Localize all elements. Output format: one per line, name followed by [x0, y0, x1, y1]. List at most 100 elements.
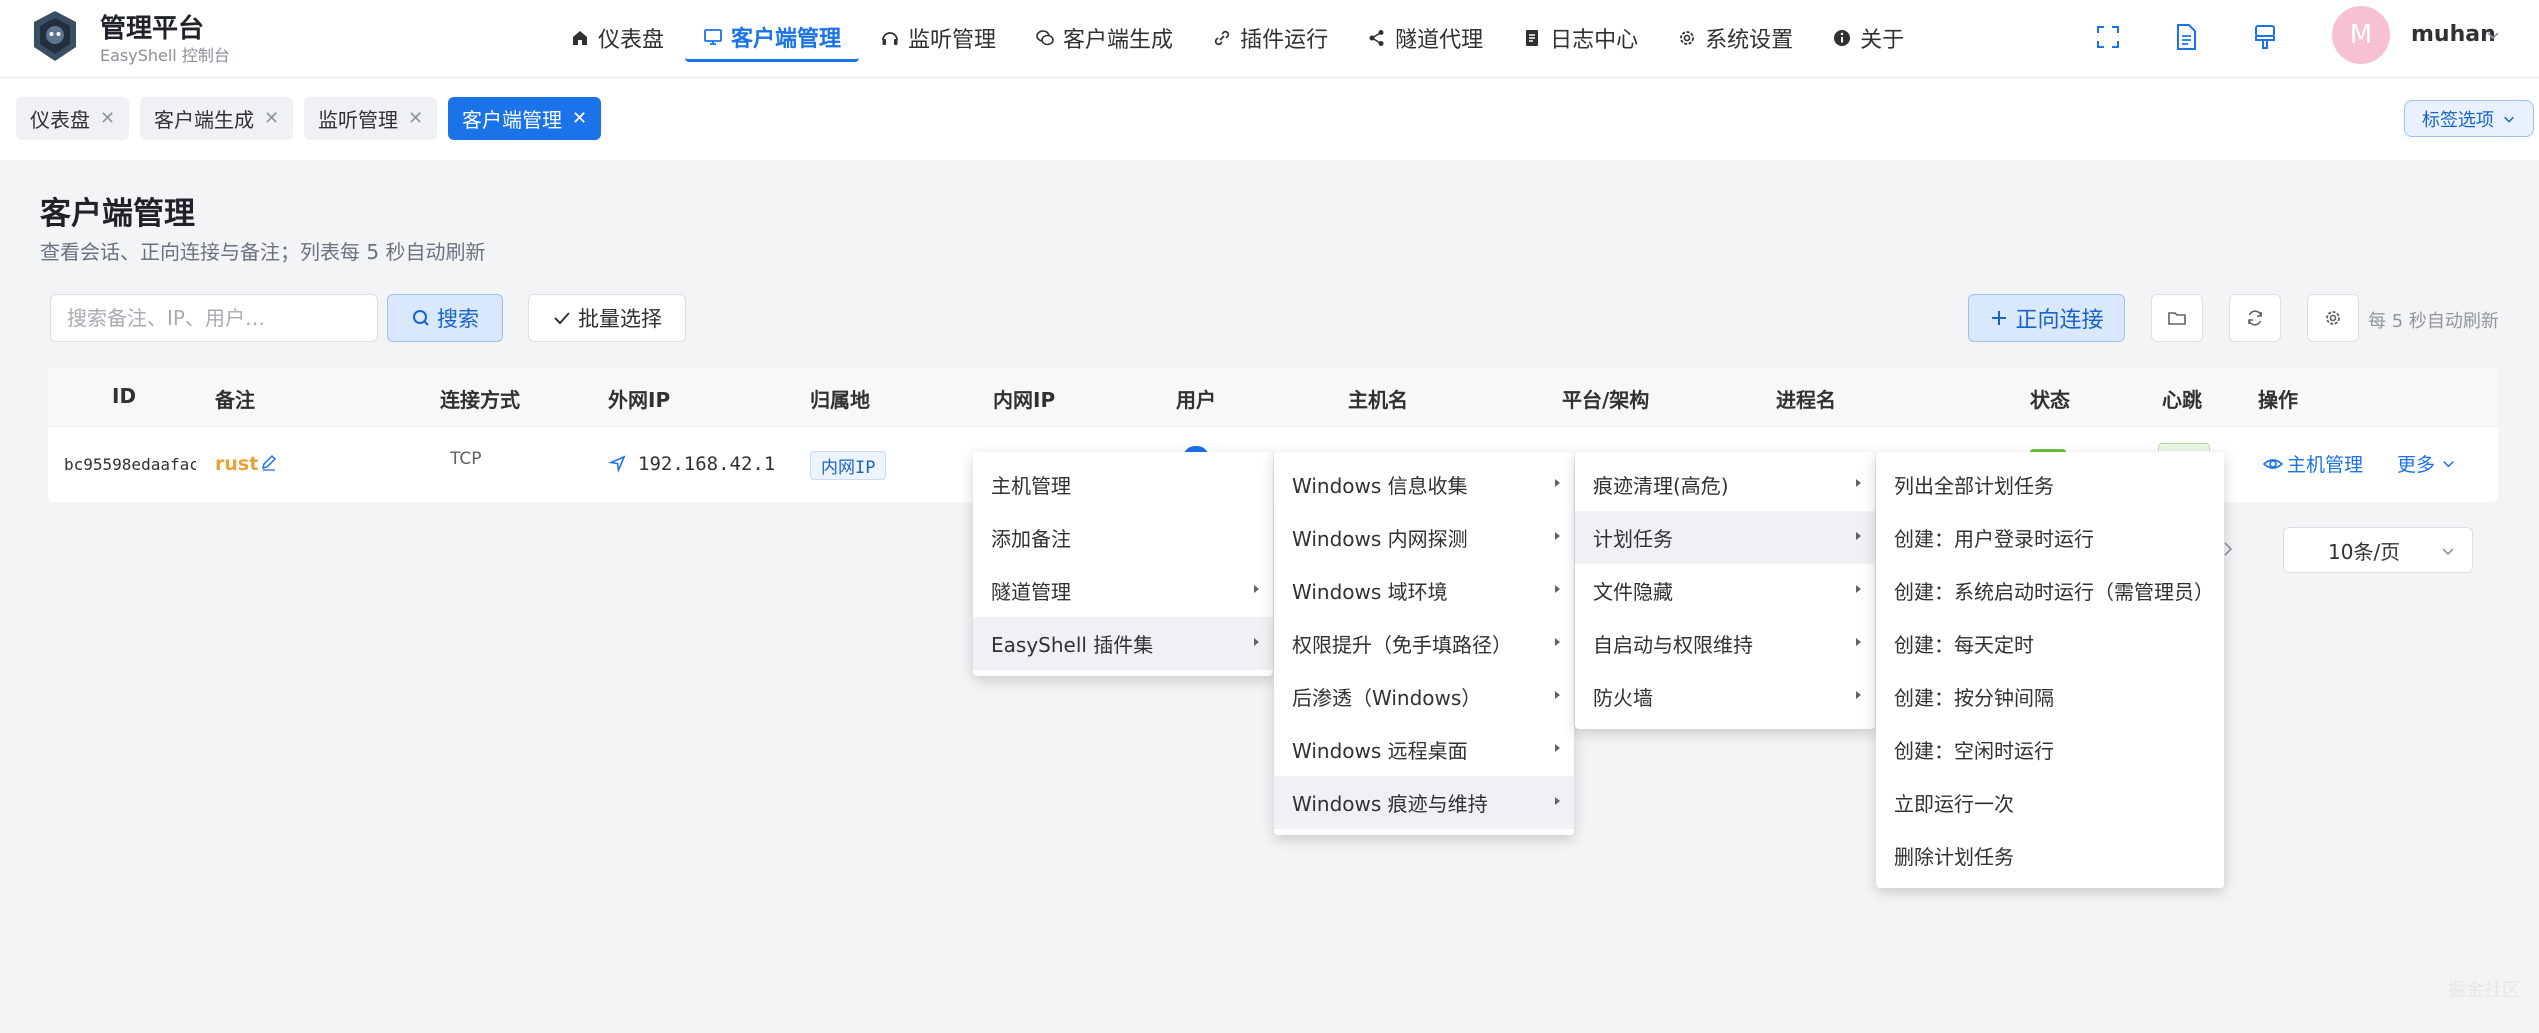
column-header: 用户 [1176, 388, 1216, 412]
client-note: rust [215, 453, 259, 475]
nav-about[interactable]: 关于 [1814, 14, 1922, 62]
search-button-label: 搜索 [437, 307, 479, 331]
fullscreen-icon[interactable] [2093, 22, 2123, 52]
close-icon[interactable]: ✕ [572, 108, 587, 129]
menu-item-label: 创建：用户登录时运行 [1894, 527, 2094, 551]
column-header: ID [112, 384, 137, 408]
settings-button[interactable] [2307, 294, 2359, 342]
table-header: ID 备注 连接方式 外网IP 归属地 内网IP 用户 主机名 平台/架构 进程… [48, 367, 2498, 427]
tab-dashboard[interactable]: 仪表盘 ✕ [16, 97, 130, 140]
menu-item-scheduled-task[interactable]: 计划任务 [1575, 511, 1875, 564]
close-icon[interactable]: ✕ [264, 108, 279, 129]
tag-options-button[interactable]: 标签选项 [2404, 100, 2534, 137]
tab-client-management[interactable]: 客户端管理 ✕ [448, 97, 602, 140]
nav-plugin-run[interactable]: 插件运行 [1194, 14, 1346, 62]
username[interactable]: muhan [2411, 22, 2496, 47]
menu-item-label: 添加备注 [991, 527, 1071, 551]
menu-item-remote-desktop[interactable]: Windows 远程桌面 [1274, 723, 1574, 776]
edit-icon[interactable] [259, 452, 279, 472]
menu-item-label: 后渗透（Windows） [1292, 686, 1482, 710]
nav-client-management[interactable]: 客户端管理 [685, 14, 860, 62]
menu-item-file-hide[interactable]: 文件隐藏 [1575, 564, 1875, 617]
submenu-arrow-icon [1555, 532, 1560, 540]
nav-system-settings[interactable]: 系统设置 [1659, 14, 1811, 62]
nav-listener[interactable]: 监听管理 [862, 14, 1014, 62]
column-header: 状态 [2030, 388, 2070, 412]
nav-client-generate[interactable]: 客户端生成 [1017, 14, 1191, 62]
submenu-arrow-icon [1555, 638, 1560, 646]
more-actions-dropdown[interactable]: 更多 [2397, 450, 2456, 477]
menu-item-win-intranet[interactable]: Windows 内网探测 [1274, 511, 1574, 564]
page-subtitle: 查看会话、正向连接与备注；列表每 5 秒自动刷新 [40, 240, 486, 264]
brand-subtitle: EasyShell 控制台 [100, 46, 230, 65]
menu-item-label: Windows 远程桌面 [1292, 739, 1468, 763]
column-header: 外网IP [608, 388, 671, 412]
tag-options-label: 标签选项 [2422, 109, 2494, 131]
theme-icon[interactable] [2250, 22, 2280, 52]
context-menu-level1: 主机管理 添加备注 隧道管理 EasyShell 插件集 [973, 452, 1273, 676]
menu-item-trace-cleanup[interactable]: 痕迹清理(高危) [1575, 458, 1875, 511]
submenu-arrow-icon [1555, 585, 1560, 593]
chevron-down-icon[interactable] [2485, 27, 2501, 43]
search-input[interactable] [50, 294, 378, 342]
tags-bar: 仪表盘 ✕ 客户端生成 ✕ 监听管理 ✕ 客户端管理 ✕ [0, 79, 2539, 160]
menu-item-create-boot[interactable]: 创建：系统启动时运行（需管理员） [1876, 564, 2224, 617]
menu-item-privilege-escalation[interactable]: 权限提升（免手填路径） [1274, 617, 1574, 670]
chevron-down-icon [2443, 461, 2454, 468]
close-icon[interactable]: ✕ [408, 108, 423, 129]
docs-icon[interactable] [2171, 22, 2201, 52]
menu-item-label: 删除计划任务 [1894, 845, 2014, 869]
context-menu-level3: 痕迹清理(高危) 计划任务 文件隐藏 自启动与权限维持 防火墙 [1575, 452, 1875, 729]
page-size-value: 10条/页 [2328, 539, 2401, 564]
nav-label: 仪表盘 [598, 28, 665, 53]
headset-icon [882, 32, 898, 45]
menu-item-create-idle[interactable]: 创建：空闲时运行 [1876, 723, 2224, 776]
nav-tunnel-proxy[interactable]: 隧道代理 [1349, 14, 1501, 62]
menu-item-label: 创建：每天定时 [1894, 633, 2034, 657]
host-manage-link[interactable]: 主机管理 [2263, 450, 2363, 477]
nav-dashboard[interactable]: 仪表盘 [552, 14, 682, 62]
heartbeat-badge [2158, 443, 2210, 451]
forward-connect-button[interactable]: 正向连接 [1968, 294, 2125, 342]
search-icon [413, 310, 429, 326]
page-size-select[interactable]: 10条/页 [2283, 527, 2473, 573]
submenu-arrow-icon [1254, 638, 1259, 646]
menu-item-win-info[interactable]: Windows 信息收集 [1274, 458, 1574, 511]
tab-listener[interactable]: 监听管理 ✕ [304, 97, 438, 140]
menu-item-label: 列出全部计划任务 [1894, 474, 2054, 498]
menu-item-label: Windows 痕迹与维持 [1292, 792, 1488, 816]
batch-select-button[interactable]: 批量选择 [528, 294, 686, 342]
menu-item-firewall[interactable]: 防火墙 [1575, 670, 1875, 723]
page-title: 客户端管理 [40, 196, 195, 232]
menu-item-create-daily[interactable]: 创建：每天定时 [1876, 617, 2224, 670]
nav-log-center[interactable]: 日志中心 [1504, 14, 1656, 62]
check-icon [554, 312, 570, 325]
gear-icon [2326, 311, 2340, 325]
search-button[interactable]: 搜索 [387, 294, 503, 342]
column-header: 备注 [215, 388, 255, 412]
close-icon[interactable]: ✕ [100, 108, 115, 129]
menu-item-delete-task[interactable]: 删除计划任务 [1876, 829, 2224, 882]
menu-item-label: 立即运行一次 [1894, 792, 2014, 816]
menu-item-win-domain[interactable]: Windows 域环境 [1274, 564, 1574, 617]
client-public-ip: 192.168.42.1 [638, 453, 776, 475]
menu-item-host-manage[interactable]: 主机管理 [973, 458, 1273, 511]
refresh-button[interactable] [2229, 294, 2281, 342]
tab-client-generate[interactable]: 客户端生成 ✕ [140, 97, 294, 140]
menu-item-add-note[interactable]: 添加备注 [973, 511, 1273, 564]
submenu-arrow-icon [1555, 744, 1560, 752]
avatar[interactable]: M [2332, 6, 2390, 64]
menu-item-traces-persistence[interactable]: Windows 痕迹与维持 [1274, 776, 1574, 829]
menu-item-label: 防火墙 [1593, 686, 1653, 710]
nav-label: 隧道代理 [1395, 28, 1484, 53]
menu-item-list-tasks[interactable]: 列出全部计划任务 [1876, 458, 2224, 511]
menu-item-post-exploit[interactable]: 后渗透（Windows） [1274, 670, 1574, 723]
menu-item-autostart[interactable]: 自启动与权限维持 [1575, 617, 1875, 670]
menu-item-create-interval[interactable]: 创建：按分钟间隔 [1876, 670, 2224, 723]
gear-icon [1680, 31, 1695, 45]
menu-item-tunnel-manage[interactable]: 隧道管理 [973, 564, 1273, 617]
menu-item-run-once[interactable]: 立即运行一次 [1876, 776, 2224, 829]
menu-item-plugin-set[interactable]: EasyShell 插件集 [973, 617, 1273, 670]
menu-item-create-logon[interactable]: 创建：用户登录时运行 [1876, 511, 2224, 564]
folder-button[interactable] [2151, 294, 2203, 342]
